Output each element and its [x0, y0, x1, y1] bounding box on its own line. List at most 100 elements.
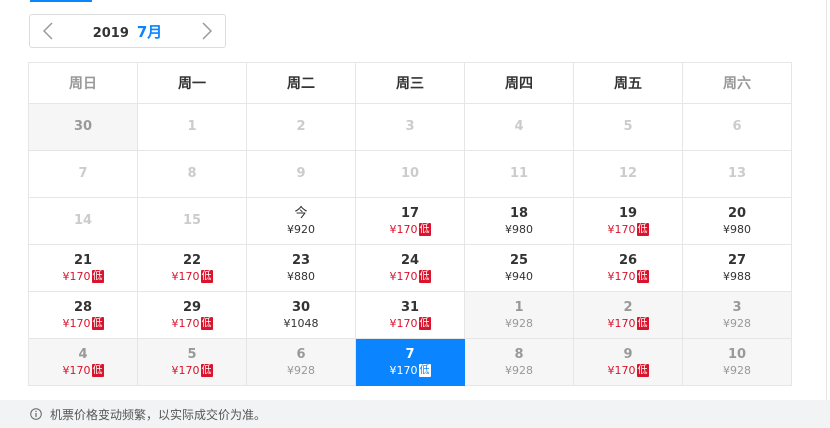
price-row: ¥170 低	[390, 317, 431, 331]
fare-price: ¥980	[505, 222, 533, 236]
prev-month-button[interactable]	[40, 21, 56, 41]
selected-date-cell[interactable]: 7 ¥170 低	[355, 338, 465, 386]
date-cell: 9	[246, 150, 356, 198]
date-cell[interactable]: 1 ¥928	[464, 291, 574, 339]
date-cell-content: 4	[465, 104, 573, 150]
day-number: 1	[187, 119, 197, 134]
lowest-price-badge: 低	[636, 317, 649, 330]
price-row: ¥988	[723, 270, 751, 284]
date-cell[interactable]: 6 ¥928	[246, 338, 356, 386]
date-cell[interactable]: 今 ¥920	[246, 197, 356, 245]
fare-price: ¥988	[723, 269, 751, 283]
day-number: 2	[623, 299, 633, 315]
date-cell[interactable]: 26 ¥170 低	[573, 244, 683, 292]
date-cell: 13	[682, 150, 792, 198]
weekday-header: 周五	[573, 62, 683, 104]
day-number: 今	[294, 205, 308, 221]
weekday-header: 周三	[355, 62, 465, 104]
day-number: 5	[187, 346, 197, 362]
month-navigator: 2019 7月	[29, 14, 226, 48]
date-cell[interactable]: 4 ¥170 低	[28, 338, 138, 386]
weekday-header: 周二	[246, 62, 356, 104]
date-cell[interactable]: 29 ¥170 低	[137, 291, 247, 339]
date-cell[interactable]: 28 ¥170 低	[28, 291, 138, 339]
date-cell[interactable]: 18 ¥980	[464, 197, 574, 245]
date-cell[interactable]: 2 ¥170 低	[573, 291, 683, 339]
date-cell-content: 8 ¥928	[465, 339, 573, 385]
date-cell[interactable]: 10 ¥928	[682, 338, 792, 386]
date-cell-content: 5	[574, 104, 682, 150]
date-cell[interactable]: 22 ¥170 低	[137, 244, 247, 292]
day-number: 31	[400, 299, 420, 315]
calendar-week-row: 7 8 9 10 11 12 13	[28, 150, 792, 198]
date-cell-content: 30	[29, 104, 137, 150]
day-number: 17	[400, 205, 420, 221]
date-cell-content: 24 ¥170 低	[356, 245, 464, 291]
day-number: 3	[405, 119, 415, 134]
date-cell: 5	[573, 103, 683, 151]
date-cell-content: 9 ¥170 低	[574, 339, 682, 385]
lowest-price-badge: 低	[418, 317, 431, 330]
day-number: 11	[509, 166, 529, 181]
date-cell: 12	[573, 150, 683, 198]
weekday-header: 周一	[137, 62, 247, 104]
price-row: ¥170 低	[63, 270, 104, 284]
fare-price: ¥170	[607, 269, 636, 283]
lowest-price-badge: 低	[636, 223, 649, 236]
price-notice-bar: 机票价格变动频繁，以实际成交价为准。	[0, 400, 830, 428]
day-number: 7	[78, 166, 88, 181]
price-row: ¥928	[723, 364, 751, 378]
weekday-header: 周六	[682, 62, 792, 104]
date-cell-content: 6	[683, 104, 791, 150]
date-cell[interactable]: 9 ¥170 低	[573, 338, 683, 386]
fare-price: ¥170	[62, 363, 91, 377]
date-cell[interactable]: 8 ¥928	[464, 338, 574, 386]
chevron-left-icon	[43, 22, 53, 40]
fare-price: ¥170	[171, 269, 200, 283]
date-cell-content: 20 ¥980	[683, 198, 791, 244]
day-number: 30	[291, 299, 311, 315]
price-row: ¥928	[505, 364, 533, 378]
date-cell-content: 1 ¥928	[465, 292, 573, 338]
date-cell[interactable]: 27 ¥988	[682, 244, 792, 292]
date-cell[interactable]: 24 ¥170 低	[355, 244, 465, 292]
day-number: 9	[623, 346, 633, 362]
date-cell: 10	[355, 150, 465, 198]
price-row: ¥928	[505, 317, 533, 331]
fare-price: ¥940	[505, 269, 533, 283]
date-cell-content: 7	[29, 151, 137, 197]
price-notice-text: 机票价格变动频繁，以实际成交价为准。	[50, 407, 267, 422]
calendar-week-row: 30 1 2 3 4 5 6	[28, 103, 792, 151]
price-row: ¥170 低	[390, 364, 431, 378]
date-cell[interactable]: 23 ¥880	[246, 244, 356, 292]
date-cell[interactable]: 19 ¥170 低	[573, 197, 683, 245]
day-number: 19	[618, 205, 638, 221]
date-cell-content: 14	[29, 198, 137, 244]
next-month-button[interactable]	[199, 21, 215, 41]
price-row: ¥1048	[284, 317, 319, 331]
date-cell[interactable]: 17 ¥170 低	[355, 197, 465, 245]
fare-price: ¥928	[723, 363, 751, 377]
lowest-price-badge: 低	[91, 317, 104, 330]
date-cell[interactable]: 30 ¥1048	[246, 291, 356, 339]
fare-price: ¥928	[505, 363, 533, 377]
weekday-header: 周四	[464, 62, 574, 104]
calendar-week-row: 4 ¥170 低 5 ¥170 低 6 ¥928 7 ¥170 低 8 ¥928 9 ¥170 低 10 ¥928	[28, 338, 792, 386]
day-number: 14	[73, 213, 93, 228]
date-cell[interactable]: 25 ¥940	[464, 244, 574, 292]
date-cell[interactable]: 3 ¥928	[682, 291, 792, 339]
date-cell[interactable]: 5 ¥170 低	[137, 338, 247, 386]
date-cell-content: 11	[465, 151, 573, 197]
lowest-price-badge: 低	[636, 364, 649, 377]
date-cell[interactable]: 20 ¥980	[682, 197, 792, 245]
day-number: 29	[182, 299, 202, 315]
date-cell-content: 今 ¥920	[247, 198, 355, 244]
day-number: 7	[405, 346, 415, 362]
date-cell[interactable]: 31 ¥170 低	[355, 291, 465, 339]
lowest-price-badge: 低	[636, 270, 649, 283]
date-cell: 11	[464, 150, 574, 198]
date-cell[interactable]: 21 ¥170 低	[28, 244, 138, 292]
price-row: ¥170 低	[608, 223, 649, 237]
date-cell-content: 5 ¥170 低	[138, 339, 246, 385]
lowest-price-badge: 低	[418, 223, 431, 236]
